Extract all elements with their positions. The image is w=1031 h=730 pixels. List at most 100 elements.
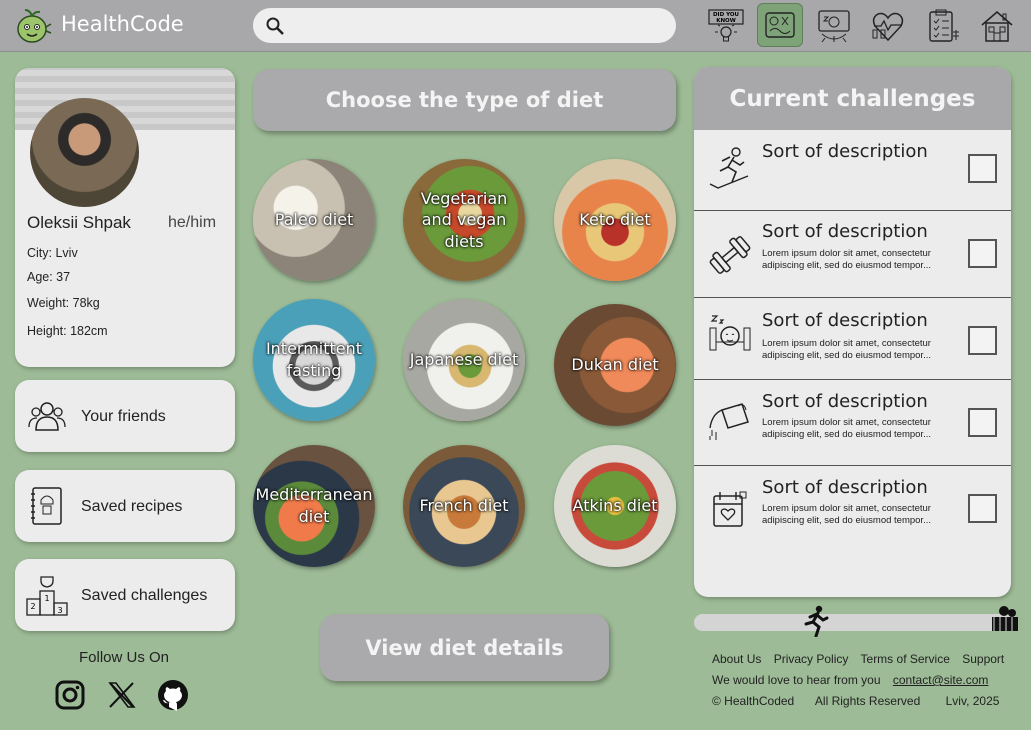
did-you-know-icon: DID YOU KNOW xyxy=(708,9,744,42)
top-bar: HealthCode DID YOU KNOW xyxy=(0,0,1031,52)
diet-french-label: French diet xyxy=(419,496,509,516)
nav-diet[interactable] xyxy=(757,3,803,47)
diet-japanese[interactable]: Japanese diet xyxy=(403,299,525,421)
challenge-checkbox[interactable] xyxy=(968,494,997,523)
sleep-icon xyxy=(818,10,850,43)
profile-height: Height: 182cm xyxy=(27,324,108,338)
podium-third-place: 3 xyxy=(57,606,62,615)
diet-intermittent-fasting[interactable]: Intermittent fasting xyxy=(253,299,375,421)
diet-keto-label: Keto diet xyxy=(579,210,651,230)
diet-dukan-label: Dukan diet xyxy=(571,355,659,375)
profile-name: Oleksii Shpak xyxy=(27,213,131,232)
nav-sleep[interactable] xyxy=(814,6,854,46)
diet-atkins-label: Atkins diet xyxy=(572,496,658,516)
runner-icon xyxy=(804,605,829,637)
challenge-title: Sort of description xyxy=(762,310,928,331)
saved-recipes-button[interactable]: Saved recipes xyxy=(15,470,235,542)
challenge-checkbox[interactable] xyxy=(968,408,997,437)
recipe-book-icon xyxy=(31,487,62,525)
challenge-checkbox[interactable] xyxy=(968,154,997,183)
diet-intermittent-fasting-label: Intermittent fasting xyxy=(265,339,363,380)
challenges-panel: Current challenges Sort of description S… xyxy=(694,67,1011,597)
challenge-title: Sort of description xyxy=(762,141,928,162)
diet-japanese-label: Japanese diet xyxy=(409,350,519,370)
search-bar[interactable] xyxy=(253,8,676,43)
challenge-row: Sort of description Lorem ipsum dolor si… xyxy=(694,380,1011,466)
challenge-description: Lorem ipsum dolor sit amet, consectetur … xyxy=(762,248,931,271)
challenge-title: Sort of description xyxy=(762,391,928,412)
challenge-row: Sort of description Lorem ipsum dolor si… xyxy=(694,211,1011,298)
profile-city: City: Lviv xyxy=(27,246,78,260)
sleep-icon xyxy=(709,315,751,351)
podium-icon: 1 2 3 xyxy=(26,576,68,616)
diet-dukan[interactable]: Dukan diet xyxy=(554,304,676,426)
instagram-icon[interactable] xyxy=(54,679,86,711)
footer-link-terms[interactable]: Terms of Service xyxy=(861,652,950,666)
diet-paleo-label: Paleo diet xyxy=(274,210,354,230)
footer-link-privacy[interactable]: Privacy Policy xyxy=(774,652,849,666)
choose-diet-heading: Choose the type of diet xyxy=(253,69,676,131)
diet-keto[interactable]: Keto diet xyxy=(554,159,676,281)
podium-second-place: 2 xyxy=(30,602,35,611)
checklist-icon xyxy=(929,9,959,42)
footer-copyright: © HealthCoded xyxy=(712,694,795,708)
footer-link-about[interactable]: About Us xyxy=(712,652,761,666)
footer-contact-text: We would love to hear from you xyxy=(712,673,881,687)
footer-contact-email[interactable]: contact@site.com xyxy=(893,673,989,687)
saved-challenges-label: Saved challenges xyxy=(81,587,208,604)
saved-challenges-button[interactable]: 1 2 3 Saved challenges xyxy=(15,559,235,631)
view-diet-details-button[interactable]: View diet details xyxy=(320,614,609,681)
diet-mediterranean[interactable]: Mediterranean diet xyxy=(253,445,375,567)
github-icon[interactable] xyxy=(157,679,189,711)
brand-name[interactable]: HealthCode xyxy=(61,12,184,36)
challenge-description: Lorem ipsum dolor sit amet, consectetur … xyxy=(762,417,931,440)
saved-recipes-label: Saved recipes xyxy=(81,498,183,515)
dumbbell-icon xyxy=(709,236,751,274)
nav-checklist[interactable] xyxy=(923,6,963,46)
challenge-checkbox[interactable] xyxy=(968,239,997,268)
podium-first-place: 1 xyxy=(44,594,49,603)
calendar-heart-icon xyxy=(713,491,747,527)
footer-contact: We would love to hear from you contact@s… xyxy=(712,673,997,687)
challenge-row: Sort of description Lorem ipsum dolor si… xyxy=(694,466,1011,552)
challenges-heading: Current challenges xyxy=(694,67,1011,130)
watering-can-icon xyxy=(709,403,749,440)
challenge-checkbox[interactable] xyxy=(968,326,997,355)
search-input[interactable] xyxy=(295,14,665,37)
diet-atkins[interactable]: Atkins diet xyxy=(554,445,676,567)
diet-paleo[interactable]: Paleo diet xyxy=(253,159,375,281)
your-friends-button[interactable]: Your friends xyxy=(15,380,235,452)
logo-icon[interactable] xyxy=(12,7,52,45)
home-icon xyxy=(981,10,1013,42)
diet-french[interactable]: French diet xyxy=(403,445,525,567)
running-icon xyxy=(709,147,749,189)
profile-card: Oleksii Shpak he/him City: Lviv Age: 37 … xyxy=(15,68,235,367)
challenge-description: Lorem ipsum dolor sit amet, consectetur … xyxy=(762,338,931,361)
challenge-description: Lorem ipsum dolor sit amet, consectetur … xyxy=(762,503,931,526)
profile-age: Age: 37 xyxy=(27,270,71,284)
x-icon[interactable] xyxy=(106,679,138,711)
challenge-row: Sort of description xyxy=(694,130,1011,211)
diet-icon xyxy=(765,12,795,38)
nav-home[interactable] xyxy=(977,6,1017,46)
footer-link-support[interactable]: Support xyxy=(962,652,1004,666)
heart-fitness-icon xyxy=(872,12,904,42)
avatar[interactable] xyxy=(30,98,139,207)
diet-vegetarian-vegan[interactable]: Vegetarian and vegan diets xyxy=(403,159,525,281)
search-icon xyxy=(266,17,284,35)
footer-rights: All Rights Reserved xyxy=(814,694,921,708)
your-friends-label: Your friends xyxy=(81,408,166,425)
diet-vegetarian-vegan-label: Vegetarian and vegan diets xyxy=(420,188,508,251)
nav-did-you-know[interactable]: DID YOU KNOW xyxy=(706,6,746,46)
challenge-row: Sort of description Lorem ipsum dolor si… xyxy=(694,298,1011,380)
follow-label: Follow Us On xyxy=(79,649,170,666)
challenge-progress-bar xyxy=(694,614,1018,631)
profile-pronouns: he/him xyxy=(168,214,217,231)
diet-mediterranean-label: Mediterranean diet xyxy=(255,485,373,526)
footer-place: Lviv, 2025 xyxy=(945,694,1000,708)
challenge-title: Sort of description xyxy=(762,221,928,242)
nav-fitness[interactable] xyxy=(868,6,908,46)
finish-line-icon xyxy=(992,606,1018,631)
profile-weight: Weight: 78kg xyxy=(27,296,100,310)
footer-copyright-row: © HealthCoded All Rights Reserved Lviv, … xyxy=(712,694,1008,708)
